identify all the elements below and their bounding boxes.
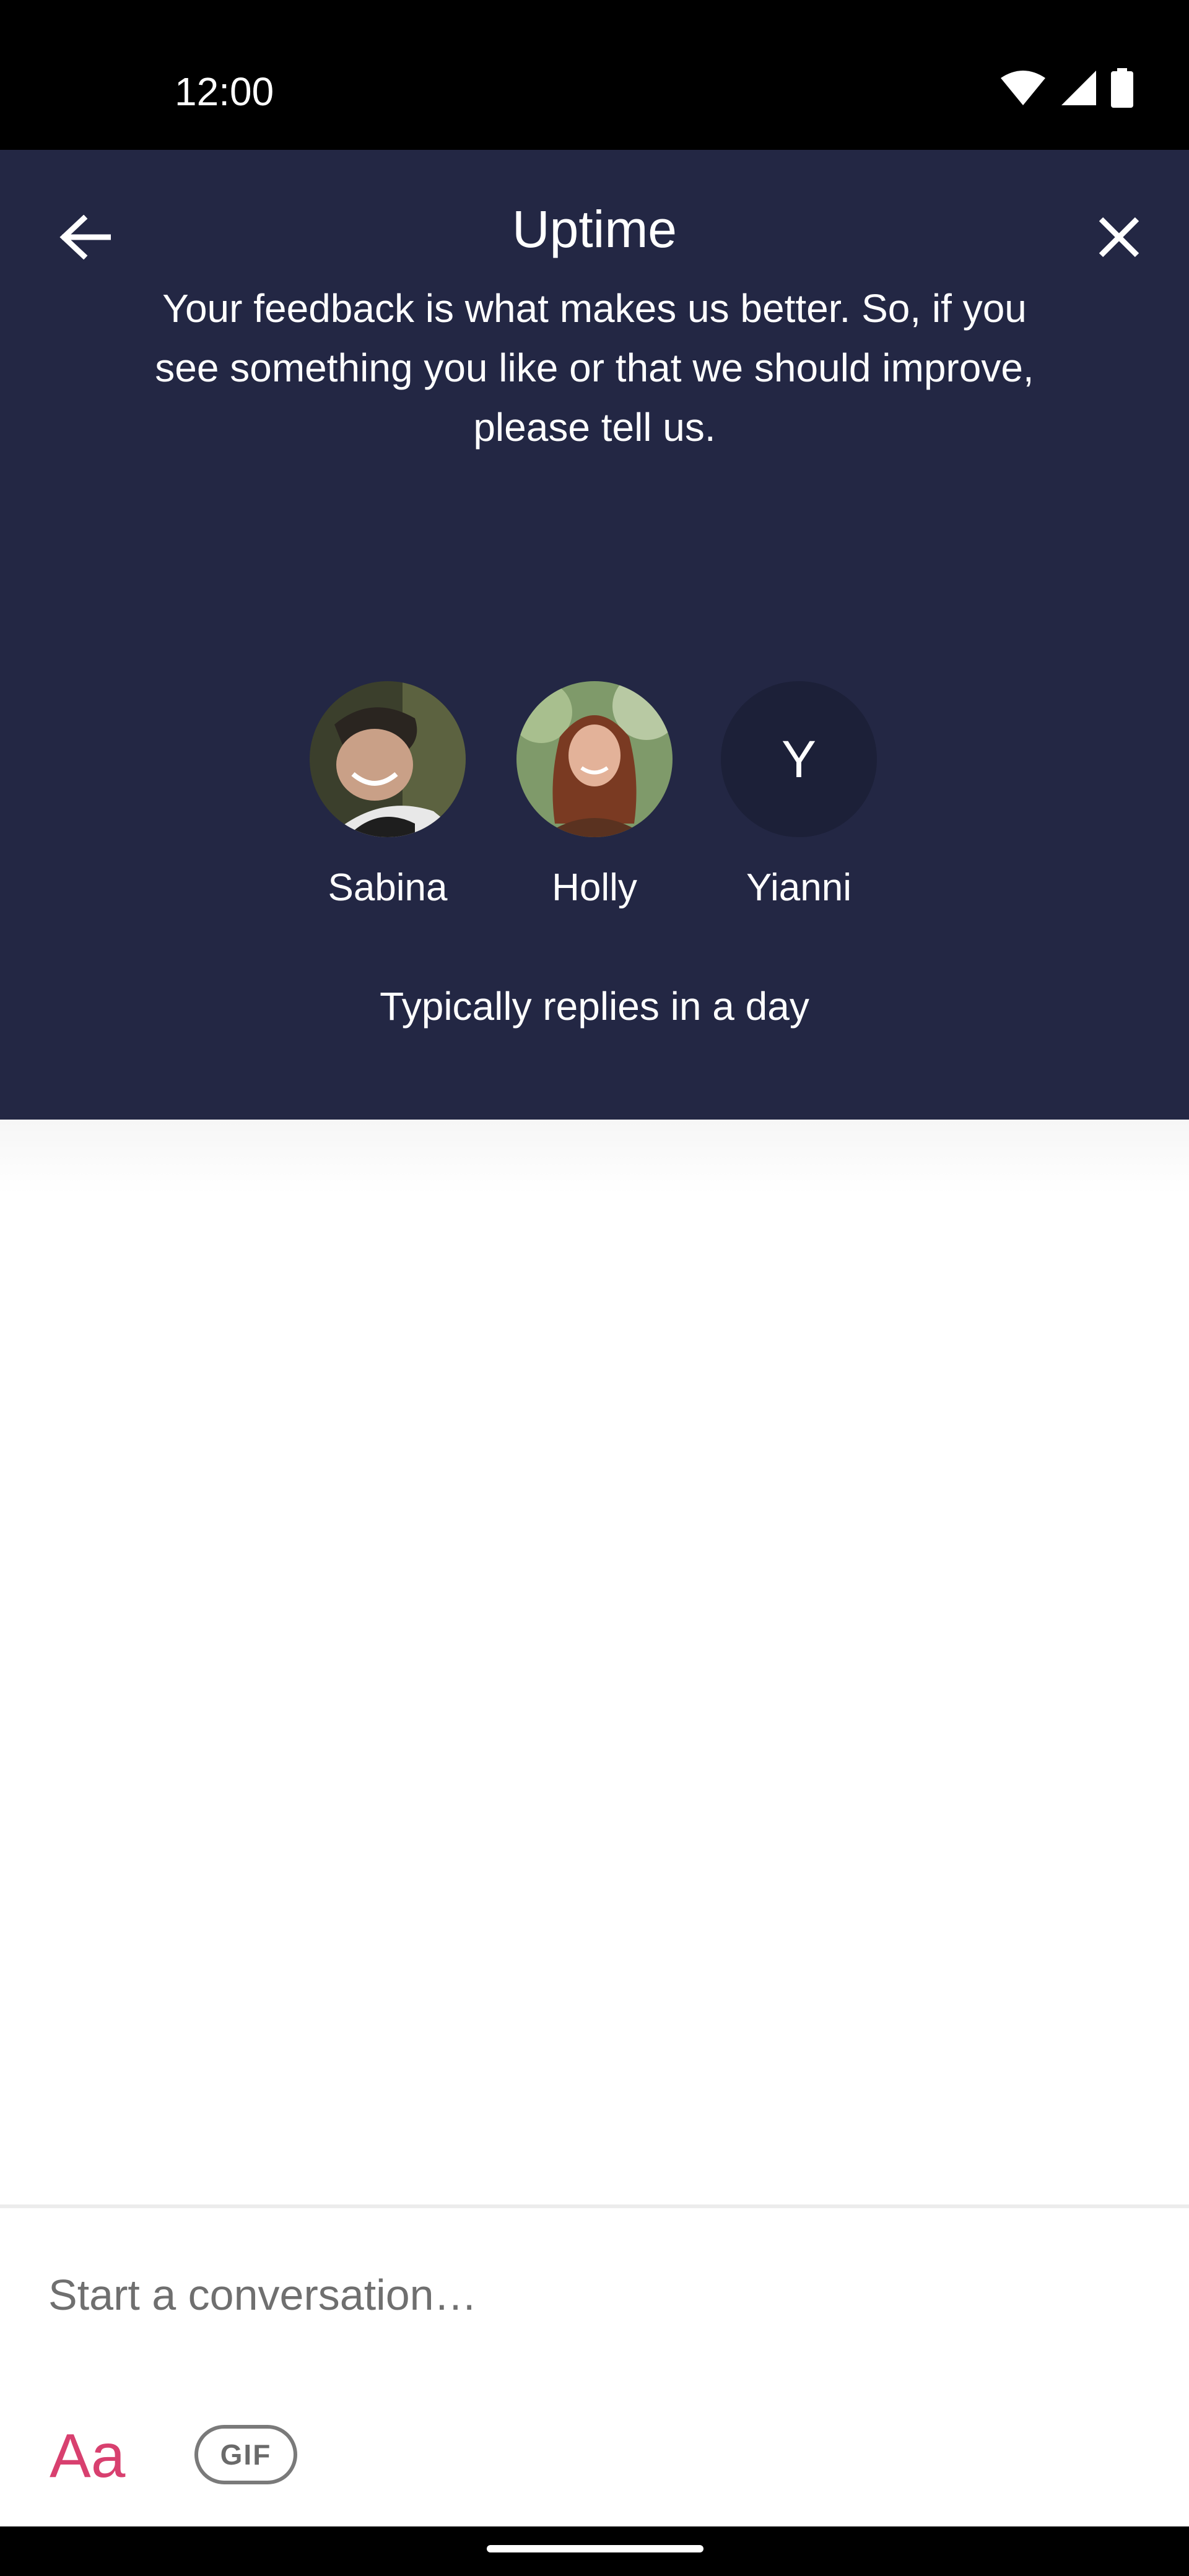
member-name: Holly — [552, 866, 637, 909]
message-input[interactable] — [48, 2264, 1138, 2326]
text-format-button[interactable]: Aa — [50, 2422, 125, 2490]
team-member-yianni: Y Yianni — [706, 681, 892, 913]
home-indicator[interactable] — [487, 2545, 703, 2552]
cellular-signal-icon — [1060, 69, 1097, 107]
gif-button[interactable]: GIF — [194, 2425, 297, 2484]
arrow-left-icon — [59, 214, 111, 263]
close-icon — [1097, 215, 1141, 262]
team-member-holly: Holly — [502, 681, 687, 913]
avatar-letter: Y — [781, 729, 817, 788]
header-shadow — [0, 1120, 1189, 1194]
close-button[interactable] — [1085, 204, 1153, 272]
battery-icon — [1111, 68, 1133, 108]
header-description: Your feedback is what makes us better. S… — [155, 286, 1034, 450]
avatar: Y — [721, 681, 877, 837]
composer: Aa GIF — [0, 2204, 1189, 2526]
member-name: Sabina — [328, 866, 448, 909]
team-member-sabina: Sabina — [295, 681, 481, 913]
back-button[interactable] — [51, 204, 119, 272]
status-icons — [1000, 68, 1133, 108]
conversation-area[interactable] — [0, 1194, 1189, 2204]
team-members: Sabina Holly Y Yianni — [0, 681, 1189, 916]
reply-time: Typically replies in a day — [380, 984, 809, 1029]
avatar — [516, 681, 673, 837]
member-name: Yianni — [746, 866, 852, 909]
status-bar: 12:00 — [0, 0, 1189, 150]
navigation-bar — [0, 2526, 1189, 2576]
wifi-icon — [1000, 69, 1047, 107]
status-time: 12:00 — [175, 69, 274, 114]
app-title: Uptime — [512, 200, 677, 258]
messenger-header: Uptime Your feedback is what makes us be… — [0, 150, 1189, 1120]
avatar — [310, 681, 466, 837]
